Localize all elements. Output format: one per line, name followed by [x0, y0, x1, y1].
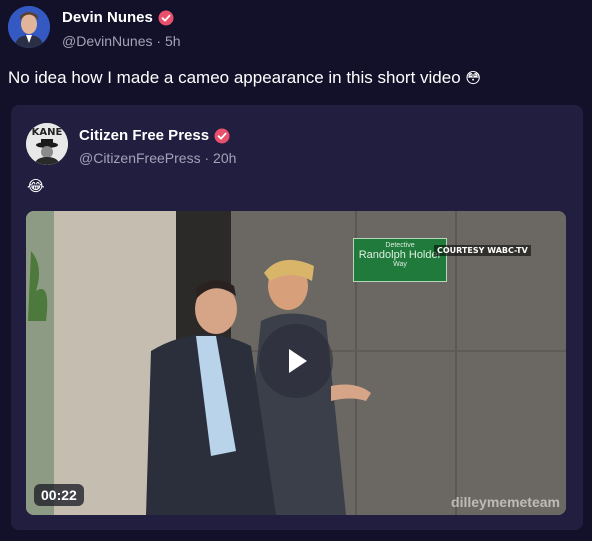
- quoted-handle-row: @CitizenFreePress · 20h: [79, 150, 236, 166]
- author-name-row: Devin Nunes: [62, 9, 174, 26]
- quoted-post-time[interactable]: 20h: [213, 150, 236, 166]
- post-time[interactable]: 5h: [165, 33, 181, 49]
- author-handle[interactable]: @DevinNunes: [62, 33, 152, 49]
- quoted-author-handle[interactable]: @CitizenFreePress: [79, 150, 201, 166]
- post-header: Devin Nunes @DevinNunes · 5h: [8, 6, 584, 52]
- sign-line-3: Way: [393, 261, 407, 268]
- flushed-emoji: 😳: [465, 69, 482, 87]
- author-name[interactable]: Devin Nunes: [62, 9, 153, 26]
- courtesy-caption: COURTESY WABC-TV: [434, 245, 531, 256]
- verified-badge-icon: [214, 128, 230, 143]
- avatar-image: [8, 6, 50, 48]
- street-sign: Detective Randolph Holder Way: [353, 238, 447, 282]
- play-icon: [289, 349, 307, 373]
- post-body: No idea how I made a cameo appearance in…: [8, 68, 461, 87]
- quoted-post-text: 😂: [27, 177, 45, 195]
- quoted-author-name[interactable]: Citizen Free Press: [79, 127, 209, 144]
- quoted-post-card[interactable]: KANE Citizen Free Press @CitizenFreePres…: [11, 105, 583, 530]
- separator-dot: ·: [204, 150, 214, 166]
- separator-dot: ·: [156, 33, 165, 49]
- quoted-avatar[interactable]: KANE: [26, 123, 68, 165]
- video-duration: 00:22: [34, 484, 84, 506]
- avatar[interactable]: [8, 6, 50, 48]
- sign-line-2: Randolph Holder: [358, 249, 442, 261]
- author-handle-row: @DevinNunes · 5h: [62, 33, 181, 49]
- sign-line-1: Detective: [385, 242, 415, 249]
- quoted-author-name-row: Citizen Free Press: [79, 127, 230, 144]
- quoted-avatar-image: KANE: [26, 123, 68, 165]
- verified-badge-icon: [158, 10, 174, 25]
- quoted-avatar-text: KANE: [32, 127, 63, 138]
- play-button[interactable]: [259, 324, 333, 398]
- video-player[interactable]: Detective Randolph Holder Way COURTESY W…: [26, 211, 566, 515]
- video-watermark: dilleymemeteam: [451, 494, 560, 510]
- post-text: No idea how I made a cameo appearance in…: [8, 68, 481, 88]
